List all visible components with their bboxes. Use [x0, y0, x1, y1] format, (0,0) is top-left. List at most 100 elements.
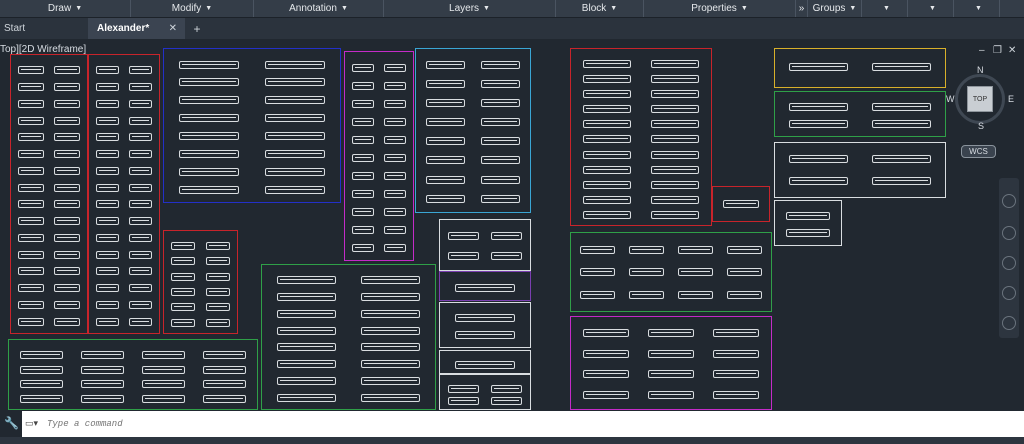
cad-block[interactable] — [481, 60, 520, 69]
cad-block[interactable] — [81, 380, 124, 389]
cad-block[interactable] — [713, 349, 760, 358]
cad-block[interactable] — [276, 309, 336, 318]
cad-block[interactable] — [54, 150, 80, 159]
cad-block[interactable] — [481, 175, 520, 184]
cad-block[interactable] — [18, 83, 44, 92]
cad-block[interactable] — [128, 116, 153, 125]
cad-block[interactable] — [128, 284, 153, 293]
cad-block[interactable] — [651, 90, 699, 99]
cad-block[interactable] — [789, 62, 848, 71]
cad-block[interactable] — [178, 132, 240, 141]
cad-block[interactable] — [54, 99, 80, 108]
cad-block[interactable] — [583, 90, 631, 99]
cad-block[interactable] — [95, 300, 120, 309]
cad-block[interactable] — [54, 83, 80, 92]
cad-block[interactable] — [128, 150, 153, 159]
wcs-menu[interactable]: WCS — [961, 145, 996, 158]
cad-block[interactable] — [481, 137, 520, 146]
cad-block[interactable] — [171, 318, 196, 327]
cad-block[interactable] — [95, 166, 120, 175]
cad-block[interactable] — [205, 288, 230, 297]
cad-block[interactable] — [18, 183, 44, 192]
cad-block[interactable] — [128, 99, 153, 108]
cad-block[interactable] — [651, 210, 699, 219]
cad-block[interactable] — [383, 225, 407, 234]
cad-block[interactable] — [383, 243, 407, 252]
cad-block[interactable] — [786, 229, 830, 238]
ribbon-panel-modify[interactable]: Modify ▼ — [131, 0, 254, 17]
cad-block[interactable] — [481, 79, 520, 88]
cad-block[interactable] — [786, 212, 830, 221]
cad-block[interactable] — [722, 199, 760, 208]
cad-block[interactable] — [95, 183, 120, 192]
cad-block[interactable] — [583, 195, 631, 204]
cad-block[interactable] — [426, 79, 465, 88]
cad-block[interactable] — [648, 390, 694, 399]
cad-block[interactable] — [789, 120, 848, 129]
cad-block[interactable] — [54, 317, 80, 326]
cad-block[interactable] — [95, 116, 120, 125]
cad-block[interactable] — [491, 252, 522, 260]
cad-block[interactable] — [18, 66, 44, 75]
cad-block[interactable] — [276, 376, 336, 385]
cad-block[interactable] — [128, 133, 153, 142]
cad-block[interactable] — [128, 166, 153, 175]
close-viewport-button[interactable]: ✕ — [1008, 45, 1016, 56]
cad-block[interactable] — [583, 150, 631, 159]
cad-block[interactable] — [95, 133, 120, 142]
cad-block[interactable] — [128, 83, 153, 92]
cad-block[interactable] — [491, 397, 522, 405]
cad-block[interactable] — [264, 60, 326, 69]
cad-block[interactable] — [95, 250, 120, 259]
cad-block[interactable] — [54, 284, 80, 293]
cad-block[interactable] — [713, 390, 760, 399]
cad-block[interactable] — [18, 116, 44, 125]
cad-block[interactable] — [361, 293, 421, 302]
cad-block[interactable] — [872, 177, 931, 186]
cad-block[interactable] — [351, 99, 375, 108]
cad-block[interactable] — [351, 117, 375, 126]
cad-block[interactable] — [648, 329, 694, 338]
cad-block[interactable] — [361, 376, 421, 385]
cad-block[interactable] — [727, 290, 762, 299]
tab-alexander[interactable]: Alexander* ✕ — [88, 18, 185, 39]
cad-block[interactable] — [54, 267, 80, 276]
cad-block[interactable] — [178, 96, 240, 105]
cad-block[interactable] — [264, 149, 326, 158]
cad-block[interactable] — [18, 150, 44, 159]
cad-block[interactable] — [18, 200, 44, 209]
cad-block[interactable] — [351, 243, 375, 252]
cad-block[interactable] — [361, 393, 421, 402]
cad-block[interactable] — [481, 156, 520, 165]
cad-block[interactable] — [54, 183, 80, 192]
cad-block[interactable] — [128, 250, 153, 259]
cad-block[interactable] — [872, 62, 931, 71]
cad-block[interactable] — [651, 75, 699, 84]
cad-block[interactable] — [426, 194, 465, 203]
cad-block[interactable] — [54, 200, 80, 209]
cad-block[interactable] — [18, 284, 44, 293]
cad-block[interactable] — [351, 189, 375, 198]
ribbon-panel-properties[interactable]: Properties ▼ — [644, 0, 796, 17]
cad-block[interactable] — [582, 390, 629, 399]
command-input[interactable] — [45, 418, 449, 430]
cad-block[interactable] — [203, 350, 246, 359]
pan-icon[interactable] — [1002, 226, 1016, 240]
cad-block[interactable] — [54, 300, 80, 309]
cad-block[interactable] — [727, 268, 762, 277]
cad-block[interactable] — [583, 210, 631, 219]
cad-block[interactable] — [171, 303, 196, 312]
cad-block[interactable] — [678, 245, 713, 254]
cad-block[interactable] — [203, 395, 246, 404]
cad-block[interactable] — [583, 60, 631, 69]
cad-block[interactable] — [383, 63, 407, 72]
cad-block[interactable] — [651, 180, 699, 189]
cad-block[interactable] — [95, 217, 120, 226]
cad-block[interactable] — [383, 171, 407, 180]
cad-block[interactable] — [491, 385, 522, 393]
cad-block[interactable] — [54, 116, 80, 125]
ribbon-panel-groups[interactable]: Groups ▼ — [808, 0, 862, 17]
ribbon-panel-layers[interactable]: Layers ▼ — [384, 0, 556, 17]
cad-block[interactable] — [383, 81, 407, 90]
cad-block[interactable] — [351, 135, 375, 144]
